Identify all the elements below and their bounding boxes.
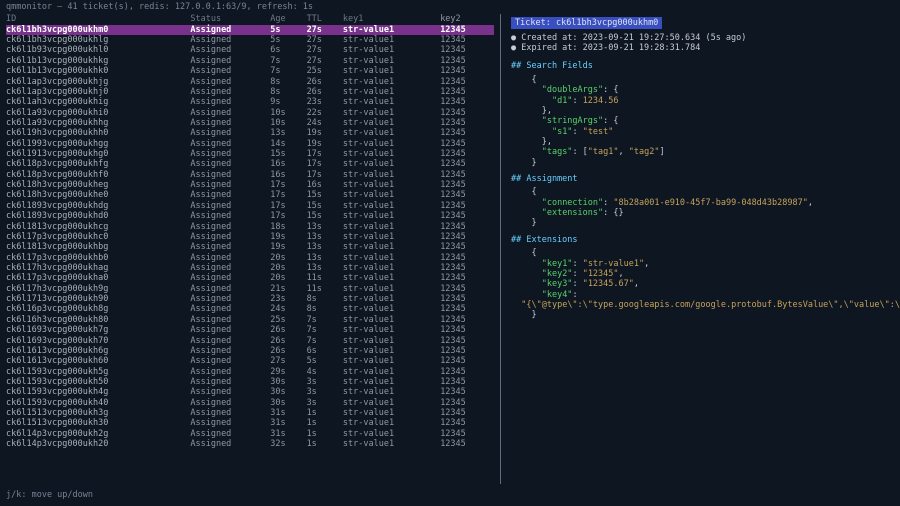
table-row[interactable]: ck6l1893vcpg000ukhdgAssigned17s15sstr-va… <box>6 201 494 211</box>
table-row[interactable]: ck6l1693vcpg000ukh70Assigned26s7sstr-val… <box>6 336 494 346</box>
table-row[interactable]: ck6l18p3vcpg000ukhf0Assigned16s17sstr-va… <box>6 170 494 180</box>
table-row[interactable]: ck6l14p3vcpg000ukh20Assigned32s1sstr-val… <box>6 439 494 449</box>
table-row[interactable]: ck6l1593vcpg000ukh50Assigned30s3sstr-val… <box>6 377 494 387</box>
table-row[interactable]: ck6l1513vcpg000ukh30Assigned31s1sstr-val… <box>6 418 494 428</box>
help-bar: j/k: move up/down <box>0 484 900 506</box>
table-row[interactable]: ck6l1b93vcpg000ukhl0Assigned6s27sstr-val… <box>6 45 494 55</box>
table-row[interactable]: ck6l1813vcpg000ukhcgAssigned18s13sstr-va… <box>6 222 494 232</box>
detail-title: Ticket: ck6l1bh3vcpg000ukhm0 <box>511 17 662 29</box>
section-search-fields: ## Search Fields <box>511 61 890 71</box>
table-row[interactable]: ck6l1613vcpg000ukh60Assigned27s5sstr-val… <box>6 356 494 366</box>
table-row[interactable]: ck6l1bh3vcpg000ukhm0Assigned5s27sstr-val… <box>6 25 494 35</box>
table-row[interactable]: ck6l1813vcpg000ukhbgAssigned19s13sstr-va… <box>6 242 494 252</box>
table-row[interactable]: ck6l1ah3vcpg000ukhigAssigned9s23sstr-val… <box>6 97 494 107</box>
table-row[interactable]: ck6l19h3vcpg000ukhh0Assigned13s19sstr-va… <box>6 128 494 138</box>
search-fields-block: { "doubleArgs": { "d1": 1234.56 }, "stri… <box>511 75 890 168</box>
ticket-table: ID Status Age TTL key1 key2 ck6l1bh3vcpg… <box>6 14 494 449</box>
table-row[interactable]: ck6l17h3vcpg000ukhagAssigned20s13sstr-va… <box>6 263 494 273</box>
table-row[interactable]: ck6l1613vcpg000ukh6gAssigned26s6sstr-val… <box>6 346 494 356</box>
status-bar: qmmonitor – 41 ticket(s), redis: 127.0.0… <box>0 0 900 14</box>
col-id: ID <box>6 14 190 24</box>
table-row[interactable]: ck6l1b13vcpg000ukhk0Assigned7s25sstr-val… <box>6 66 494 76</box>
table-row[interactable]: ck6l1593vcpg000ukh4gAssigned30s3sstr-val… <box>6 387 494 397</box>
section-assignment: ## Assignment <box>511 174 890 184</box>
table-row[interactable]: ck6l16h3vcpg000ukh80Assigned25s7sstr-val… <box>6 315 494 325</box>
col-ttl: TTL <box>307 14 343 24</box>
created-at: ● Created at: 2023-09-21 19:27:50.634 (5… <box>511 33 890 43</box>
table-row[interactable]: ck6l1713vcpg000ukh90Assigned23s8sstr-val… <box>6 294 494 304</box>
assignment-block: { "connection": "8b28a001-e910-45f7-ba99… <box>511 187 890 228</box>
ticket-list-pane[interactable]: ID Status Age TTL key1 key2 ck6l1bh3vcpg… <box>0 14 500 483</box>
section-extensions: ## Extensions <box>511 235 890 245</box>
table-row[interactable]: ck6l18h3vcpg000ukhe0Assigned17s15sstr-va… <box>6 190 494 200</box>
table-row[interactable]: ck6l16p3vcpg000ukh8gAssigned24s8sstr-val… <box>6 304 494 314</box>
table-row[interactable]: ck6l18p3vcpg000ukhfgAssigned16s17sstr-va… <box>6 159 494 169</box>
table-row[interactable]: ck6l1b13vcpg000ukhkgAssigned7s27sstr-val… <box>6 56 494 66</box>
main-split: ID Status Age TTL key1 key2 ck6l1bh3vcpg… <box>0 14 900 483</box>
status-text: qmmonitor – 41 ticket(s), redis: 127.0.0… <box>6 2 313 12</box>
table-row[interactable]: ck6l1bh3vcpg000ukhlgAssigned5s27sstr-val… <box>6 35 494 45</box>
table-row[interactable]: ck6l17h3vcpg000ukh9gAssigned21s11sstr-va… <box>6 284 494 294</box>
table-row[interactable]: ck6l1593vcpg000ukh40Assigned30s3sstr-val… <box>6 398 494 408</box>
table-row[interactable]: ck6l1913vcpg000ukhg0Assigned15s17sstr-va… <box>6 149 494 159</box>
table-row[interactable]: ck6l1a93vcpg000ukhhgAssigned10s24sstr-va… <box>6 118 494 128</box>
col-key1: key1 <box>343 14 440 24</box>
table-row[interactable]: ck6l18h3vcpg000ukhegAssigned17s16sstr-va… <box>6 180 494 190</box>
col-key2: key2 <box>440 14 494 24</box>
table-row[interactable]: ck6l17p3vcpg000ukhb0Assigned20s13sstr-va… <box>6 253 494 263</box>
col-age: Age <box>270 14 306 24</box>
extensions-block: { "key1": "str-value1", "key2": "12345",… <box>511 248 890 321</box>
table-row[interactable]: ck6l1ap3vcpg000ukhjgAssigned8s26sstr-val… <box>6 77 494 87</box>
table-header-row: ID Status Age TTL key1 key2 <box>6 14 494 24</box>
table-row[interactable]: ck6l14p3vcpg000ukh2gAssigned31s1sstr-val… <box>6 429 494 439</box>
detail-meta: ● Created at: 2023-09-21 19:27:50.634 (5… <box>511 33 890 54</box>
table-row[interactable]: ck6l1513vcpg000ukh3gAssigned31s1sstr-val… <box>6 408 494 418</box>
table-row[interactable]: ck6l1993vcpg000ukhggAssigned14s19sstr-va… <box>6 139 494 149</box>
table-row[interactable]: ck6l17p3vcpg000ukhc0Assigned19s13sstr-va… <box>6 232 494 242</box>
detail-pane: Ticket: ck6l1bh3vcpg000ukhm0 ● Created a… <box>501 14 900 483</box>
table-row[interactable]: ck6l17p3vcpg000ukha0Assigned20s11sstr-va… <box>6 273 494 283</box>
col-status: Status <box>190 14 270 24</box>
table-row[interactable]: ck6l1693vcpg000ukh7gAssigned26s7sstr-val… <box>6 325 494 335</box>
table-row[interactable]: ck6l1893vcpg000ukhd0Assigned17s15sstr-va… <box>6 211 494 221</box>
table-row[interactable]: ck6l1ap3vcpg000ukhj0Assigned8s26sstr-val… <box>6 87 494 97</box>
table-row[interactable]: ck6l1593vcpg000ukh5gAssigned29s4sstr-val… <box>6 367 494 377</box>
app-root: qmmonitor – 41 ticket(s), redis: 127.0.0… <box>0 0 900 506</box>
table-row[interactable]: ck6l1a93vcpg000ukhi0Assigned10s22sstr-va… <box>6 108 494 118</box>
expired-at: ● Expired at: 2023-09-21 19:28:31.784 <box>511 43 890 53</box>
